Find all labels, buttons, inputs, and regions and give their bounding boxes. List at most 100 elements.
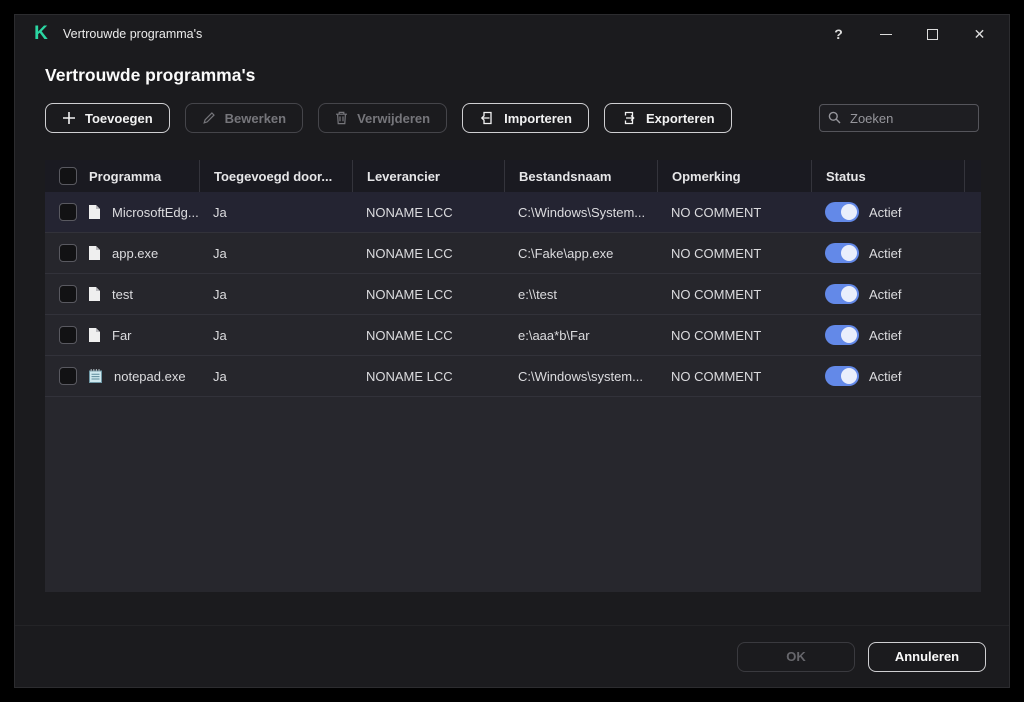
cell-extra <box>964 315 981 355</box>
edit-button[interactable]: Bewerken <box>185 103 303 133</box>
program-name: Far <box>112 328 132 343</box>
program-name: MicrosoftEdg... <box>112 205 199 220</box>
delete-button-label: Verwijderen <box>357 111 430 126</box>
cell-extra <box>964 233 981 273</box>
row-checkbox[interactable] <box>59 367 77 385</box>
cell-program: test <box>45 274 199 314</box>
delete-button[interactable]: Verwijderen <box>318 103 447 133</box>
column-header-5: Status <box>811 160 964 192</box>
file-icon <box>88 245 101 261</box>
cell-status: Actief <box>811 274 964 314</box>
cell-status: Actief <box>811 233 964 273</box>
cell-program: Far <box>45 315 199 355</box>
file-icon <box>88 286 101 302</box>
cell-vendor: NONAME LCC <box>352 356 504 396</box>
cell-comment: NO COMMENT <box>657 315 811 355</box>
toolbar: Toevoegen Bewerken Verwijderen Importere… <box>45 103 979 133</box>
column-header-label: Opmerking <box>672 169 741 184</box>
cell-vendor: NONAME LCC <box>352 315 504 355</box>
program-name: app.exe <box>112 246 158 261</box>
cell-program: notepad.exe <box>45 356 199 396</box>
cell-filename: e:\aaa*b\Far <box>504 315 657 355</box>
status-toggle[interactable] <box>825 202 859 222</box>
table-body: MicrosoftEdg...JaNONAME LCCC:\Windows\Sy… <box>45 192 981 397</box>
cell-status: Actief <box>811 356 964 396</box>
cell-extra <box>964 356 981 396</box>
table-row[interactable]: app.exeJaNONAME LCCC:\Fake\app.exeNO COM… <box>45 233 981 274</box>
search-icon <box>828 111 841 129</box>
row-checkbox[interactable] <box>59 326 77 344</box>
cell-added-by: Ja <box>199 356 352 396</box>
dialog-footer: OK Annuleren <box>15 625 1009 687</box>
import-button-label: Importeren <box>504 111 572 126</box>
cell-program: MicrosoftEdg... <box>45 192 199 232</box>
row-checkbox[interactable] <box>59 203 77 221</box>
status-toggle[interactable] <box>825 366 859 386</box>
program-name: test <box>112 287 133 302</box>
file-icon <box>88 204 101 220</box>
import-icon <box>479 110 495 126</box>
column-header-0: Programma <box>45 160 199 192</box>
title-bar: K Vertrouwde programma's ? ✕ <box>15 15 1009 53</box>
pencil-icon <box>202 111 216 125</box>
page-title: Vertrouwde programma's <box>45 65 1009 86</box>
table-row[interactable]: MicrosoftEdg...JaNONAME LCCC:\Windows\Sy… <box>45 192 981 233</box>
column-header-label: Programma <box>89 169 161 184</box>
cell-program: app.exe <box>45 233 199 273</box>
maximize-icon[interactable] <box>909 15 956 53</box>
cell-added-by: Ja <box>199 192 352 232</box>
column-header-3: Bestandsnaam <box>504 160 657 192</box>
cell-comment: NO COMMENT <box>657 233 811 273</box>
cell-filename: C:\Fake\app.exe <box>504 233 657 273</box>
add-button-label: Toevoegen <box>85 111 153 126</box>
status-label: Actief <box>869 205 902 220</box>
edit-button-label: Bewerken <box>225 111 286 126</box>
plus-icon <box>62 111 76 125</box>
column-header-label: Toegevoegd door... <box>214 169 332 184</box>
table-row[interactable]: testJaNONAME LCCe:\\testNO COMMENTActief <box>45 274 981 315</box>
status-toggle[interactable] <box>825 325 859 345</box>
close-icon[interactable]: ✕ <box>956 15 1003 53</box>
export-button[interactable]: Exporteren <box>604 103 732 133</box>
table-row[interactable]: Far JaNONAME LCCe:\aaa*b\FarNO COMMENT Act… <box>45 315 981 356</box>
table-row[interactable]: notepad.exeJaNONAME LCCC:\Windows\system… <box>45 356 981 397</box>
status-label: Actief <box>869 328 902 343</box>
notepad-icon <box>88 368 103 384</box>
cancel-button[interactable]: Annuleren <box>868 642 986 672</box>
cell-added-by: Ja <box>199 315 352 355</box>
cell-comment: NO COMMENT <box>657 192 811 232</box>
export-button-label: Exporteren <box>646 111 715 126</box>
dialog-window: K Vertrouwde programma's ? ✕ Vertrouwde … <box>14 14 1010 688</box>
status-label: Actief <box>869 369 902 384</box>
status-toggle[interactable] <box>825 284 859 304</box>
search-box <box>819 104 979 132</box>
export-icon <box>621 110 637 126</box>
column-header-label: Status <box>826 169 866 184</box>
table-header: ProgrammaToegevoegd door...LeverancierBe… <box>45 160 981 192</box>
cell-filename: e:\\test <box>504 274 657 314</box>
cell-status: Actief <box>811 315 964 355</box>
column-header-1: Toegevoegd door... <box>199 160 352 192</box>
status-toggle[interactable] <box>825 243 859 263</box>
cell-comment: NO COMMENT <box>657 356 811 396</box>
import-button[interactable]: Importeren <box>462 103 589 133</box>
cell-extra <box>964 274 981 314</box>
select-all-checkbox[interactable] <box>59 167 77 185</box>
program-name: notepad.exe <box>114 369 186 384</box>
cell-added-by: Ja <box>199 274 352 314</box>
row-checkbox[interactable] <box>59 285 77 303</box>
cell-vendor: NONAME LCC <box>352 233 504 273</box>
search-input[interactable] <box>819 104 979 132</box>
minimize-icon[interactable] <box>862 15 909 53</box>
cell-filename: C:\Windows\System... <box>504 192 657 232</box>
ok-button[interactable]: OK <box>737 642 855 672</box>
status-label: Actief <box>869 287 902 302</box>
column-header-extra <box>964 160 981 192</box>
row-checkbox[interactable] <box>59 244 77 262</box>
cell-vendor: NONAME LCC <box>352 274 504 314</box>
help-icon[interactable]: ? <box>815 15 862 53</box>
kaspersky-logo-icon: K <box>31 24 51 44</box>
add-button[interactable]: Toevoegen <box>45 103 170 133</box>
cell-extra <box>964 192 981 232</box>
file-icon <box>88 327 101 343</box>
